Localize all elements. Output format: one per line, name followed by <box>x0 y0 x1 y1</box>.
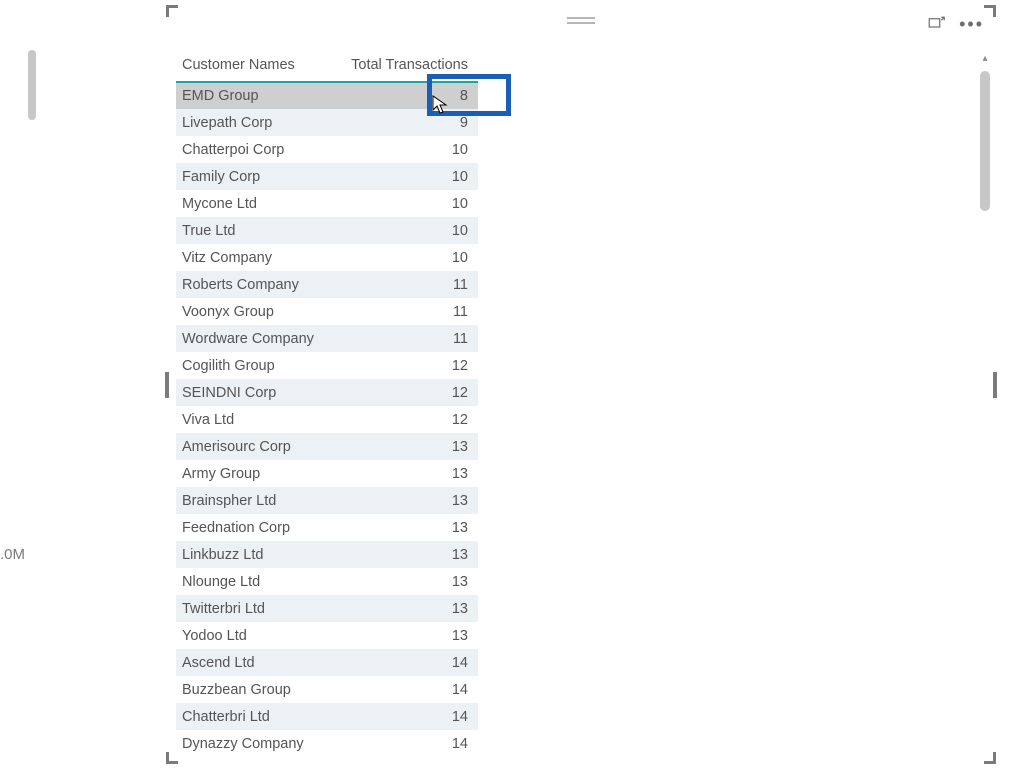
table-body: EMD Group8Livepath Corp9Chatterpoi Corp1… <box>176 82 478 757</box>
cell-value[interactable]: 10 <box>333 244 478 271</box>
table-row[interactable]: True Ltd10 <box>176 217 478 244</box>
cell-value[interactable]: 11 <box>333 271 478 298</box>
table-row[interactable]: Voonyx Group11 <box>176 298 478 325</box>
cell-name[interactable]: Vitz Company <box>176 244 333 271</box>
table-row[interactable]: Amerisourc Corp13 <box>176 433 478 460</box>
table-row[interactable]: SEINDNI Corp12 <box>176 379 478 406</box>
cell-value[interactable]: 10 <box>333 217 478 244</box>
cell-value[interactable]: 13 <box>333 568 478 595</box>
table-row[interactable]: Chatterpoi Corp10 <box>176 136 478 163</box>
cell-name[interactable]: Viva Ltd <box>176 406 333 433</box>
cell-value[interactable]: 12 <box>333 352 478 379</box>
cell-value[interactable]: 14 <box>333 703 478 730</box>
cell-name[interactable]: Twitterbri Ltd <box>176 595 333 622</box>
cell-value[interactable]: 14 <box>333 649 478 676</box>
inner-scrollbar-thumb[interactable] <box>980 71 990 211</box>
cell-value[interactable]: 13 <box>333 460 478 487</box>
cell-name[interactable]: Livepath Corp <box>176 109 333 136</box>
table-row[interactable]: Vitz Company10 <box>176 244 478 271</box>
cell-name[interactable]: Chatterbri Ltd <box>176 703 333 730</box>
inner-scrollbar-track[interactable] <box>980 59 990 754</box>
cell-name[interactable]: Army Group <box>176 460 333 487</box>
table-row[interactable]: Family Corp10 <box>176 163 478 190</box>
resize-handle-right[interactable] <box>993 372 997 398</box>
table-row[interactable]: Mycone Ltd10 <box>176 190 478 217</box>
table-row[interactable]: Feednation Corp13 <box>176 514 478 541</box>
cell-name[interactable]: SEINDNI Corp <box>176 379 333 406</box>
cell-value[interactable]: 14 <box>333 676 478 703</box>
table-row[interactable]: Yodoo Ltd13 <box>176 622 478 649</box>
cell-name[interactable]: True Ltd <box>176 217 333 244</box>
cell-value[interactable]: 11 <box>333 298 478 325</box>
table-row[interactable]: Brainspher Ltd13 <box>176 487 478 514</box>
cell-value[interactable]: 13 <box>333 514 478 541</box>
cell-name[interactable]: Voonyx Group <box>176 298 333 325</box>
cell-value[interactable]: 10 <box>333 190 478 217</box>
cell-name[interactable]: Buzzbean Group <box>176 676 333 703</box>
drag-grip-icon[interactable] <box>567 17 595 24</box>
focus-mode-icon[interactable] <box>927 15 945 33</box>
cell-name[interactable]: Brainspher Ltd <box>176 487 333 514</box>
table-row[interactable]: Chatterbri Ltd14 <box>176 703 478 730</box>
cell-name[interactable]: Feednation Corp <box>176 514 333 541</box>
column-header-name[interactable]: Customer Names <box>176 51 333 82</box>
cell-value[interactable]: 9 <box>333 109 478 136</box>
cell-name[interactable]: Nlounge Ltd <box>176 568 333 595</box>
cell-name[interactable]: Amerisourc Corp <box>176 433 333 460</box>
cell-name[interactable]: Dynazzy Company <box>176 730 333 757</box>
scroll-up-icon[interactable] <box>979 53 991 65</box>
table-row[interactable]: Dynazzy Company14 <box>176 730 478 757</box>
axis-fragment-label: .0M <box>0 546 25 563</box>
cell-value[interactable]: 13 <box>333 487 478 514</box>
table-row[interactable]: Wordware Company11 <box>176 325 478 352</box>
data-table: Customer Names Total Transactions EMD Gr… <box>176 51 478 757</box>
cell-name[interactable]: Chatterpoi Corp <box>176 136 333 163</box>
cell-name[interactable]: Ascend Ltd <box>176 649 333 676</box>
cell-name[interactable]: Mycone Ltd <box>176 190 333 217</box>
cell-name[interactable]: Linkbuzz Ltd <box>176 541 333 568</box>
table-row[interactable]: Ascend Ltd14 <box>176 649 478 676</box>
table-row[interactable]: Buzzbean Group14 <box>176 676 478 703</box>
cell-name[interactable]: Wordware Company <box>176 325 333 352</box>
cell-value[interactable]: 8 <box>333 82 478 109</box>
cell-name[interactable]: Family Corp <box>176 163 333 190</box>
cell-value[interactable]: 10 <box>333 136 478 163</box>
cell-name[interactable]: Roberts Company <box>176 271 333 298</box>
resize-handle-top-right[interactable] <box>984 5 996 17</box>
table-row[interactable]: Army Group13 <box>176 460 478 487</box>
cell-name[interactable]: EMD Group <box>176 82 333 109</box>
column-header-value[interactable]: Total Transactions <box>333 51 478 82</box>
table-scroll-area[interactable]: Customer Names Total Transactions EMD Gr… <box>176 51 976 758</box>
cell-value[interactable]: 13 <box>333 541 478 568</box>
external-scrollbar-thumb[interactable] <box>28 50 36 120</box>
table-visual-container[interactable]: ••• Customer Names Total Transactions EM… <box>168 7 994 762</box>
visual-action-bar: ••• <box>927 15 984 33</box>
cell-value[interactable]: 13 <box>333 595 478 622</box>
table-row[interactable]: Cogilith Group12 <box>176 352 478 379</box>
table-row[interactable]: Livepath Corp9 <box>176 109 478 136</box>
table-row[interactable]: Nlounge Ltd13 <box>176 568 478 595</box>
more-options-icon[interactable]: ••• <box>959 17 984 31</box>
cell-value[interactable]: 10 <box>333 163 478 190</box>
resize-handle-left[interactable] <box>165 372 169 398</box>
table-row[interactable]: Viva Ltd12 <box>176 406 478 433</box>
table-header-row[interactable]: Customer Names Total Transactions <box>176 51 478 82</box>
table-row[interactable]: EMD Group8 <box>176 82 478 109</box>
cell-value[interactable]: 12 <box>333 406 478 433</box>
cell-value[interactable]: 12 <box>333 379 478 406</box>
cell-value[interactable]: 11 <box>333 325 478 352</box>
table-row[interactable]: Twitterbri Ltd13 <box>176 595 478 622</box>
table-row[interactable]: Linkbuzz Ltd13 <box>176 541 478 568</box>
cell-name[interactable]: Yodoo Ltd <box>176 622 333 649</box>
resize-handle-top-left[interactable] <box>166 5 178 17</box>
cell-value[interactable]: 14 <box>333 730 478 757</box>
cell-value[interactable]: 13 <box>333 433 478 460</box>
cell-name[interactable]: Cogilith Group <box>176 352 333 379</box>
cell-value[interactable]: 13 <box>333 622 478 649</box>
table-row[interactable]: Roberts Company11 <box>176 271 478 298</box>
